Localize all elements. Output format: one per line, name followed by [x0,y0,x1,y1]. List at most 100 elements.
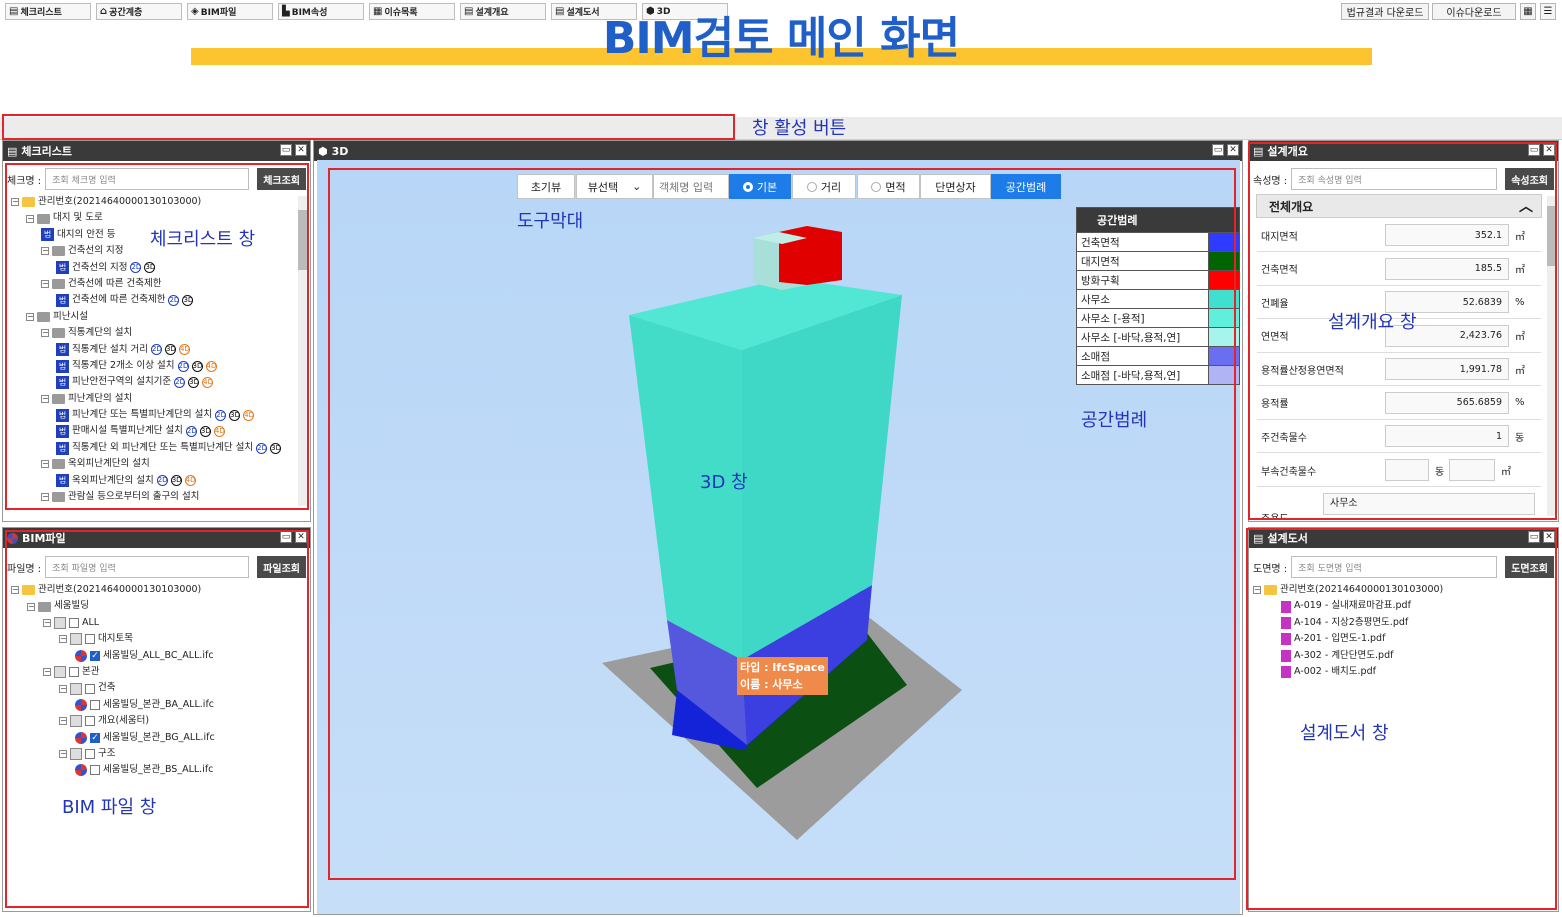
collapse-icon[interactable]: − [27,602,35,611]
tree-node[interactable]: 법 직통계단 설치 거리 2D 3D 4D [7,342,296,358]
drawing-file[interactable]: A-302 - 계단단면도.pdf [1253,648,1554,664]
tree-node[interactable]: 법 피난계단 또는 특별피난계단의 설치 2D 3D 4D [7,407,296,423]
collapse-icon[interactable]: − [59,750,67,759]
checklist-search-button[interactable]: 체크조회 [257,168,306,190]
restore-icon[interactable]: ▭ [1528,144,1540,156]
tree-node[interactable]: 세움빌딩_본관_BA_ALL.ifc [7,697,306,713]
tool-mode-basic[interactable]: 기본 [729,174,791,199]
tree-node[interactable]: − 관람실 등으로부터의 출구의 설치 [7,489,296,504]
collapse-icon[interactable]: − [59,684,67,693]
bimfile-search-button[interactable]: 파일조회 [257,556,306,578]
collapse-icon[interactable]: − [41,247,49,256]
tree-node[interactable]: − ALL [7,615,306,631]
legend-row[interactable]: 방화구획 [1077,270,1239,289]
tree-node[interactable]: − 직통계단의 설치 [7,325,296,341]
close-icon[interactable]: ✕ [1543,531,1555,543]
tree-node[interactable]: − 세움빌딩 [7,598,306,614]
tool-section-box[interactable]: 단면상자 [920,174,991,199]
bimfile-search-input[interactable]: 조회 파일명 입력 [45,556,250,578]
tree-node[interactable]: − 건축선에 따른 건축제한 [7,276,296,292]
tool-space-legend[interactable]: 공간범례 [991,174,1061,199]
overview-search-input[interactable]: 조회 속성명 입력 [1291,168,1498,190]
legend-row[interactable]: 대지면적 [1077,251,1239,270]
field-value[interactable]: 565.6859 [1385,391,1509,414]
tool-reset-view[interactable]: 초기뷰 [517,174,575,199]
close-icon[interactable]: ✕ [295,144,307,156]
restore-icon[interactable]: ▭ [280,531,292,543]
restore-icon[interactable]: ▭ [1528,531,1540,543]
drawing-file[interactable]: A-201 - 입면도-1.pdf [1253,631,1554,647]
collapse-icon[interactable]: − [41,493,49,502]
tree-node[interactable]: ✓ 세움빌딩_ALL_BC_ALL.ifc [7,648,306,664]
collapse-icon[interactable]: − [41,329,49,338]
tool-mode-area[interactable]: 면적 [857,174,920,199]
legend-row[interactable]: 사무소 [-용적] [1077,308,1239,327]
overview-scrollbar[interactable] [1547,196,1555,516]
checkbox[interactable] [85,634,95,645]
collapse-icon[interactable]: − [41,280,49,289]
checkbox[interactable] [85,683,95,694]
close-icon[interactable]: ✕ [295,531,307,543]
checkbox[interactable] [69,617,79,628]
sub-count-input[interactable] [1385,459,1429,481]
tree-node[interactable]: 법 판매시설 특별피난계단 설치 2D 3D 4D [7,423,296,439]
checkbox[interactable] [85,716,95,727]
field-value[interactable]: 352.1 [1385,224,1509,246]
collapse-icon[interactable]: − [59,635,67,644]
tree-node[interactable]: 법 건축선의 지정 2D 3D [7,260,296,276]
tree-node[interactable]: 법 직통계단 2개소 이상 설치 2D 3D 4D [7,358,296,374]
tree-node[interactable]: 법 직통계단 외 피난계단 또는 특별피난계단 설치 2D 3D [7,440,296,456]
overview-section-header[interactable]: 전체개요 ︿ [1256,194,1542,218]
drawing-file[interactable]: A-104 - 지상2층평면도.pdf [1253,615,1554,631]
checklist-search-input[interactable]: 조회 체크명 입력 [45,168,250,190]
drawing-file[interactable]: A-002 - 배치도.pdf [1253,664,1554,680]
collapse-icon[interactable]: − [59,717,67,726]
collapse-icon[interactable]: − [43,618,51,627]
tool-mode-distance[interactable]: 거리 [792,174,856,199]
drawings-search-input[interactable]: 조회 도면명 입력 [1291,556,1498,578]
collapse-icon[interactable]: − [11,586,19,595]
collapse-icon[interactable]: − [26,214,34,223]
checklist-scrollbar[interactable] [298,196,307,506]
tree-node[interactable]: − 대지토목 [7,631,306,647]
tree-node[interactable]: − 피난계단의 설치 [7,391,296,407]
tree-node[interactable]: 세움빌딩_본관_BS_ALL.ifc [7,762,306,778]
tree-node[interactable]: − 개요(세움터) [7,713,306,729]
legend-row[interactable]: 소매점 [-바닥,용적,연] [1077,365,1239,384]
checkbox[interactable] [85,749,95,760]
legend-row[interactable]: 소매점 [1077,346,1239,365]
legend-row[interactable]: 사무소 [-바닥,용적,연] [1077,327,1239,346]
tree-node[interactable]: − 건축 [7,680,306,696]
collapse-icon[interactable]: − [43,668,51,677]
restore-icon[interactable]: ▭ [1212,144,1224,156]
object-name-input[interactable]: 객체명 입력 [653,174,729,199]
close-icon[interactable]: ✕ [1543,144,1555,156]
checkbox[interactable] [69,667,79,678]
collapse-icon[interactable]: − [11,198,19,207]
tree-node[interactable]: − 옥외피난계단의 설치 [7,456,296,472]
checkbox[interactable]: ✓ [90,732,100,743]
drawings-search-button[interactable]: 도면조회 [1505,556,1554,578]
drawing-file[interactable]: A-019 - 실내재료마감표.pdf [1253,598,1554,614]
tree-node[interactable]: − 구조 [7,746,306,762]
tree-node[interactable]: − 관리번호(20214640000130103000) [7,194,296,210]
tree-node[interactable]: ✓ 세움빌딩_본관_BG_ALL.ifc [7,730,306,746]
collapse-icon[interactable]: − [1253,586,1261,595]
collapse-icon[interactable]: − [41,460,49,469]
close-icon[interactable]: ✕ [1227,144,1239,156]
tree-node[interactable]: − 본관 [7,664,306,680]
collapse-icon[interactable]: − [26,312,34,321]
field-value[interactable]: 185.5 [1385,257,1509,280]
collapse-icon[interactable]: − [41,394,49,403]
checkbox[interactable] [90,699,100,710]
restore-icon[interactable]: ▭ [280,144,292,156]
sub-area-input[interactable] [1449,459,1495,481]
checkbox[interactable]: ✓ [90,650,100,661]
tree-node[interactable]: − 관리번호(20214640000130103000) [1253,582,1554,598]
tree-node[interactable]: − 관리번호(20214640000130103000) [7,582,306,598]
legend-row[interactable]: 건축면적 [1077,232,1239,251]
overview-search-button[interactable]: 속성조회 [1505,168,1554,190]
field-value[interactable]: 1 [1385,425,1509,447]
checkbox[interactable] [90,765,100,776]
tree-node[interactable]: 법 피난안전구역의 설치기준 2D 3D 4D [7,374,296,390]
